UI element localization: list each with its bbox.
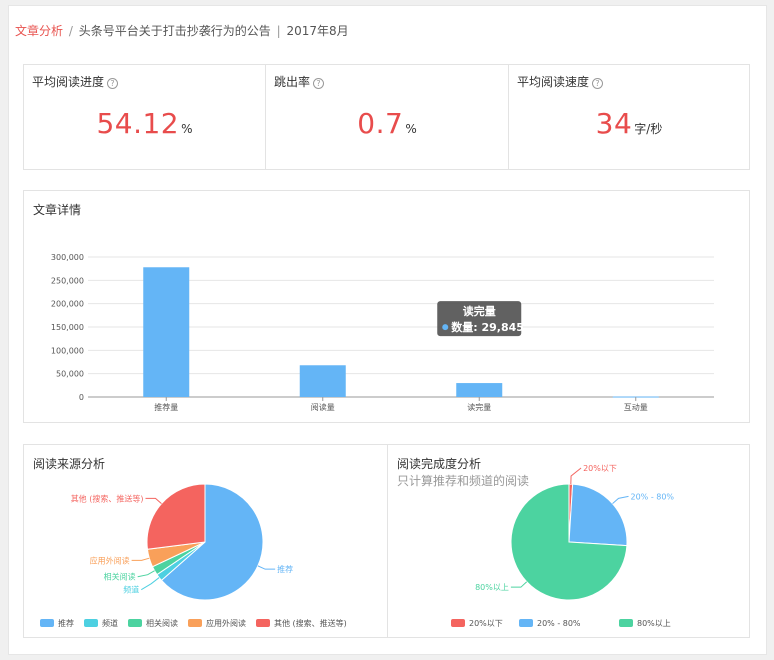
metric-card-bounce-rate: 跳出率? 0.7% <box>265 64 509 170</box>
metric-value: 54.12% <box>24 107 265 140</box>
legend-item: 20%以下 <box>451 619 503 628</box>
tooltip-title: 读完量 <box>463 304 496 318</box>
metric-unit: 字/秒 <box>634 122 663 136</box>
pie-label: 20%以下 <box>583 464 617 473</box>
y-tick-label: 100,000 <box>51 346 84 355</box>
pie-label-line <box>145 497 162 505</box>
pie-label-line <box>137 570 155 578</box>
legend-label: 应用外阅读 <box>206 618 246 628</box>
metric-value: 0.7% <box>266 107 508 140</box>
pie-label-line <box>131 557 150 561</box>
pie-slice <box>568 483 628 547</box>
metric-label: 平均阅读进度 <box>32 75 105 89</box>
pie-label: 应用外阅读 <box>90 555 130 565</box>
pie-slice <box>146 483 206 550</box>
legend-label: 频道 <box>102 618 118 628</box>
pie-label: 80%以上 <box>475 583 509 592</box>
pie-label-line <box>257 565 276 570</box>
legend-label: 80%以上 <box>637 619 671 628</box>
legend-swatch <box>451 619 465 627</box>
legend-swatch <box>84 619 98 627</box>
y-tick-label: 300,000 <box>51 253 84 262</box>
legend-swatch <box>619 619 633 627</box>
y-tick-label: 150,000 <box>51 323 84 332</box>
pie-label-line <box>570 467 582 485</box>
metric-value: 34 字/秒 <box>509 107 749 140</box>
breadcrumb: 文章分析 / 头条号平台关于打击抄袭行为的公告 | 2017年8月 <box>15 22 349 39</box>
legend-item: 其他 (搜索、推送等) <box>256 618 347 628</box>
metric-number: 0.7 <box>357 107 404 140</box>
legend-swatch <box>128 619 142 627</box>
x-tick-label: 互动量 <box>624 402 648 412</box>
breadcrumb-divider: | <box>276 24 281 38</box>
reading-completion-card: 阅读完成度分析 只计算推荐和频道的阅读 20%以下 20% - 80% 80%以上 2… <box>387 444 750 638</box>
y-tick-label: 200,000 <box>51 300 84 309</box>
metric-label: 跳出率 <box>274 75 311 89</box>
tooltip-value: 数量: 29,845 <box>451 320 524 334</box>
legend-item: 应用外阅读 <box>188 618 246 628</box>
x-tick-label: 阅读量 <box>311 402 335 412</box>
legend-item: 80%以上 <box>619 619 671 628</box>
tooltip-marker <box>442 324 449 331</box>
breadcrumb-section-link[interactable]: 文章分析 <box>15 24 63 38</box>
y-tick-label: 250,000 <box>51 276 84 285</box>
legend-swatch <box>256 619 270 627</box>
metric-unit: % <box>181 122 193 136</box>
legend-label: 推荐 <box>58 618 74 628</box>
legend-item: 20% - 80% <box>519 619 581 628</box>
pie-label: 推荐 <box>277 564 293 574</box>
metric-label: 平均阅读速度 <box>517 75 590 89</box>
metric-card-read-speed: 平均阅读速度? 34 字/秒 <box>508 64 750 170</box>
bar <box>299 365 346 397</box>
legend-item: 频道 <box>84 618 118 628</box>
pie-label-line <box>612 495 629 505</box>
reading-completion-pie: 20%以下 20% - 80% 80%以上 20%以下 20% - 80% 80%以上 <box>451 464 675 628</box>
metric-unit: % <box>405 122 417 136</box>
pie-label: 相关阅读 <box>104 572 136 582</box>
metric-card-read-progress: 平均阅读进度? 54.12% <box>23 64 266 170</box>
metric-title: 平均阅读速度? <box>517 73 604 90</box>
legend-item: 相关阅读 <box>128 618 178 628</box>
x-tick-label: 读完量 <box>467 402 491 412</box>
report-period: 2017年8月 <box>286 24 349 38</box>
pie-label: 其他 (搜索、推送等) <box>71 493 144 503</box>
pie-label-line <box>141 577 160 591</box>
chart-tooltip: 读完量数量: 29,845 <box>437 301 524 337</box>
metric-title: 跳出率? <box>274 73 325 90</box>
pie-label-line <box>510 581 528 588</box>
pie-label: 频道 <box>123 585 139 595</box>
reading-source-pie: 推荐频道相关阅读应用外阅读其他 (搜索、推送等)推荐 频道 相关阅读 应用外阅读 其他 … <box>40 483 347 628</box>
legend-label: 20% - 80% <box>537 619 581 628</box>
legend-label: 相关阅读 <box>146 618 178 628</box>
y-tick-label: 50,000 <box>56 370 84 379</box>
metric-number: 54.12 <box>96 107 180 140</box>
pie-label: 20% - 80% <box>631 492 675 501</box>
x-tick-label: 推荐量 <box>154 402 178 412</box>
article-title: 头条号平台关于打击抄袭行为的公告 <box>78 24 271 38</box>
legend-label: 其他 (搜索、推送等) <box>274 618 347 628</box>
y-tick-label: 0 <box>79 393 84 402</box>
bar <box>143 267 190 397</box>
help-icon[interactable]: ? <box>313 78 325 89</box>
metric-number: 34 <box>595 107 633 140</box>
breadcrumb-separator: / <box>68 24 73 38</box>
legend-swatch <box>40 619 54 627</box>
legend-item: 推荐 <box>40 618 74 628</box>
legend-swatch <box>188 619 202 627</box>
article-detail-card: 文章详情 0 50,000 100,000 150,000 200,000 250,000… <box>23 190 750 423</box>
bar <box>456 383 503 397</box>
help-icon[interactable]: ? <box>592 78 604 89</box>
reading-source-card: 阅读来源分析 推荐 频道 相关阅读 应用外阅读 其他 (搜索、推送等) 推荐 频道 相关阅读应… <box>23 444 388 638</box>
legend-label: 20%以下 <box>469 619 503 628</box>
help-icon[interactable]: ? <box>107 78 119 89</box>
legend-swatch <box>519 619 533 627</box>
metric-title: 平均阅读进度? <box>32 73 119 90</box>
bar-chart: 0 50,000 100,000 150,000 200,000 250,000 300,0… <box>51 253 714 412</box>
